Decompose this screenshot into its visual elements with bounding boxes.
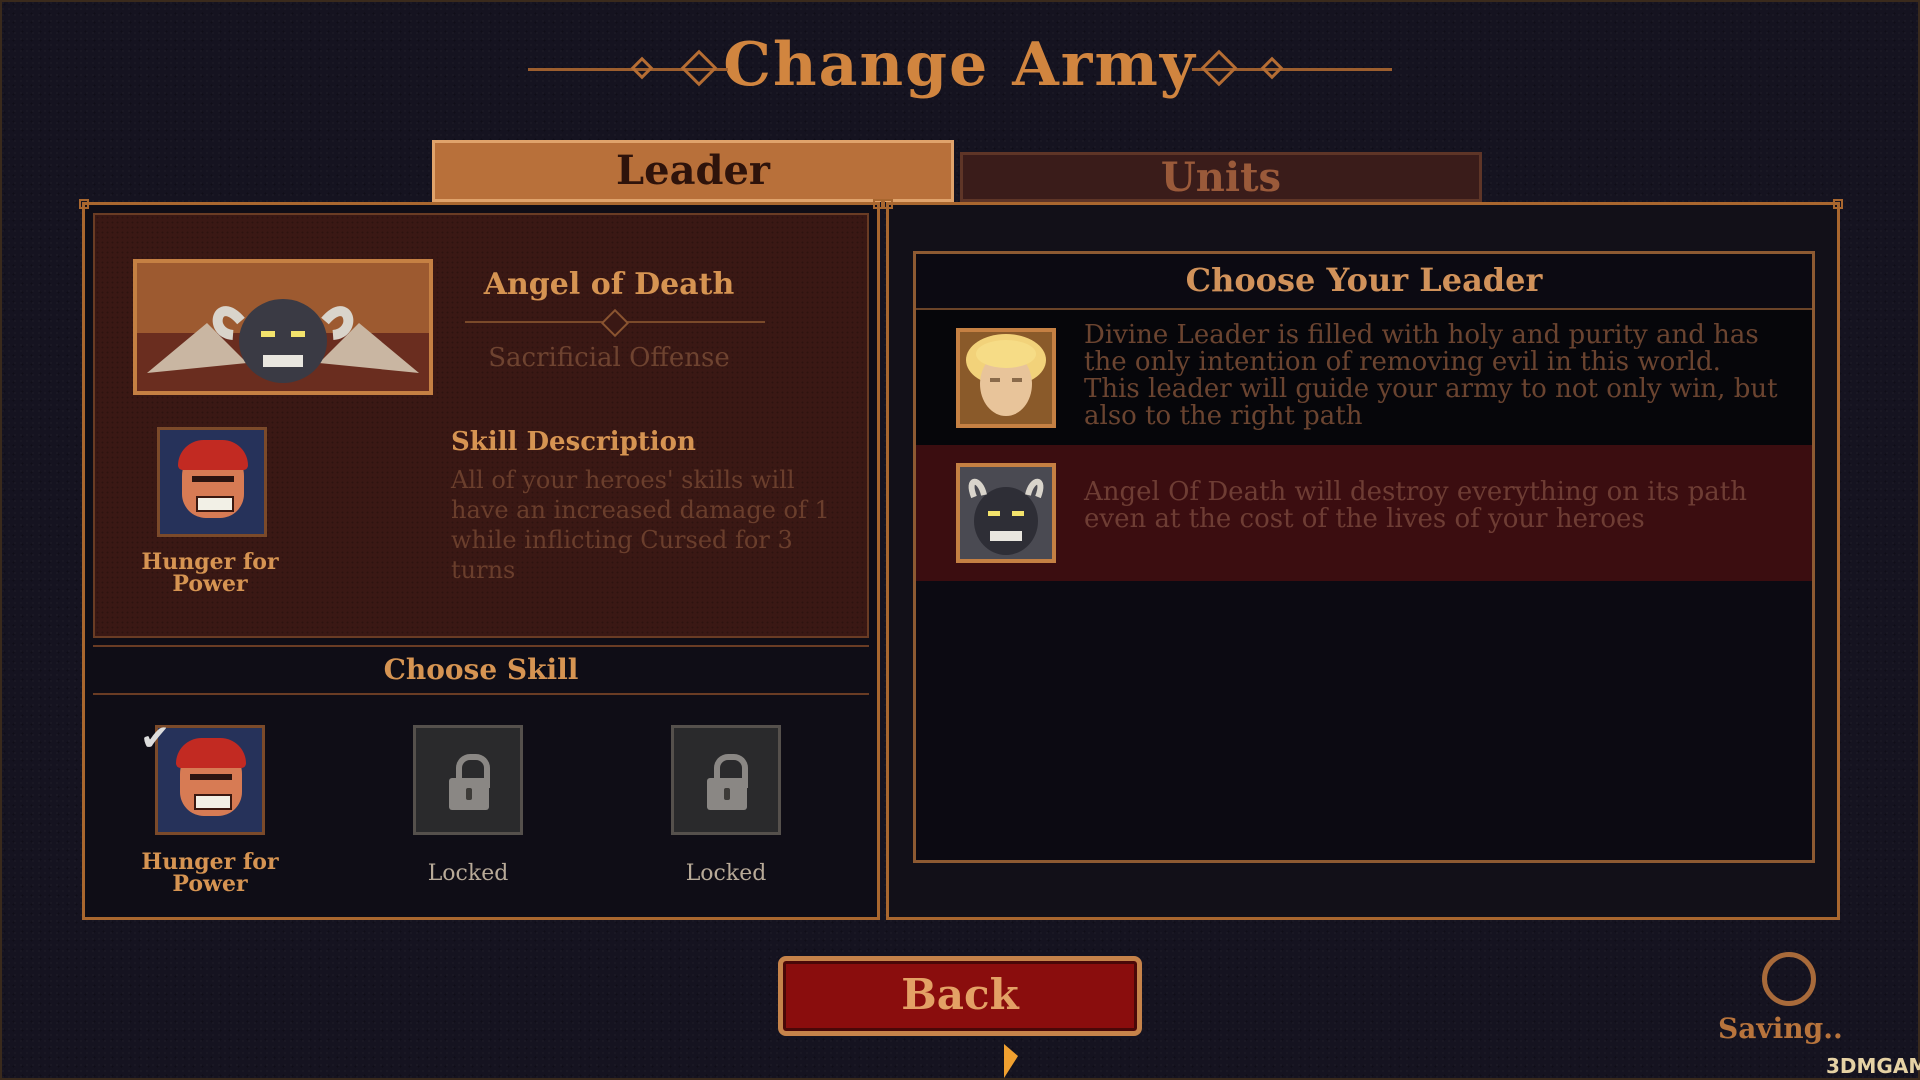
saving-spinner-icon [1762,952,1816,1006]
saving-status: Saving.. [1718,1012,1843,1045]
divine-leader-portrait [956,328,1056,428]
title-ornament-left [528,49,728,87]
skill-slot-1-label: Hunger for Power [141,849,279,897]
back-button[interactable]: Back [778,956,1142,1036]
leader-portrait [133,259,433,395]
leader-list: Choose Your Leader Divine Leader is fill… [913,251,1815,863]
skill-slot-2[interactable] [413,725,523,835]
tab-units-label: Units [1160,154,1282,201]
corner-ornament [1833,199,1843,209]
choose-skill-header: Choose Skill [93,645,869,695]
leader-panel: Angel of Death Sacrificial Offense Hunge… [79,199,883,920]
back-button-label: Back [901,970,1019,1019]
tab-leader[interactable]: Leader [432,140,954,202]
watermark-logo: 3DMGAME [1826,1054,1920,1078]
skill-description-text: All of your heroes' skills will have an … [451,466,830,584]
skill-slot-3-label: Locked [685,861,767,886]
leader-subtitle: Sacrificial Offense [488,343,730,373]
leader-option-divine[interactable]: Divine Leader is filled with holy and pu… [916,310,1812,445]
leader-name: Angel of Death [483,267,735,302]
skill-slot-1[interactable] [155,725,265,835]
corner-ornament [873,199,883,209]
skill-description-heading: Skill Description [451,427,696,457]
leader-info-card: Angel of Death Sacrificial Offense Hunge… [93,213,869,638]
current-skill-label: Hunger for Power [141,549,279,597]
leader-option-angel-of-death[interactable]: Angel Of Death will destroy everything o… [916,445,1812,581]
page-title: Change Army [723,30,1197,100]
checkmark-icon: ✔ [140,718,171,759]
name-divider-diamond [600,308,630,338]
choose-leader-heading: Choose Your Leader [916,254,1812,310]
tab-leader-label: Leader [616,147,770,194]
choose-leader-panel: Choose Your Leader Divine Leader is fill… [883,199,1843,920]
mouse-cursor-icon [1004,1044,1018,1078]
angel-of-death-description: Angel Of Death will destroy everything o… [1084,477,1747,534]
corner-ornament [883,199,893,209]
current-skill-icon [157,427,267,537]
angel-of-death-portrait [956,463,1056,563]
demon-face-icon [176,738,246,816]
demon-face-icon [178,440,248,518]
skill-slot-2-label: Locked [427,861,509,886]
skill-slot-3[interactable] [671,725,781,835]
divine-leader-description: Divine Leader is filled with holy and pu… [1084,320,1778,431]
choose-skill-heading: Choose Skill [383,653,579,686]
corner-ornament [79,199,89,209]
tab-units[interactable]: Units [960,152,1482,202]
title-ornament-right [1192,49,1392,87]
title-bar: Change Army [0,30,1920,110]
